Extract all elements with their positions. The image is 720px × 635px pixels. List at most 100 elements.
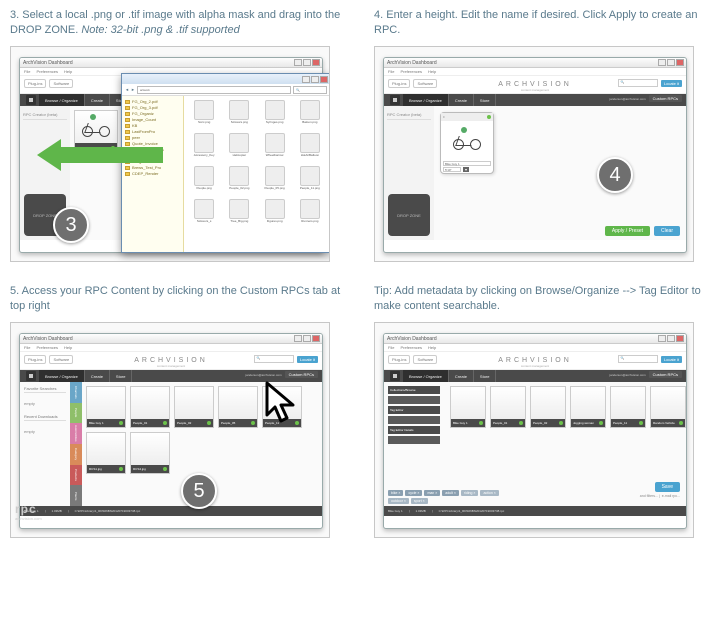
close[interactable] [676, 59, 684, 66]
save-button[interactable]: Save [655, 482, 680, 492]
folder-item[interactable]: CDEP_Render [125, 171, 180, 176]
file-item[interactable]: Baloon.png [294, 100, 326, 130]
file-item[interactable]: Runners.png [294, 199, 326, 229]
gallery-card[interactable]: Random Vehicle [650, 386, 686, 428]
tab-browse[interactable]: Browse / Organize [39, 94, 85, 106]
file-item[interactable]: Accessory_Key [188, 133, 220, 163]
metadata-tag[interactable]: adult × [442, 490, 459, 496]
close[interactable] [676, 335, 684, 342]
folder-tree[interactable]: FG_Org_2.pdfFG_Org_3.pdfFG_OrganizImage_… [122, 96, 184, 252]
gallery-card[interactable]: People_01 [130, 386, 170, 428]
exp-max[interactable] [311, 76, 319, 83]
gallery-card[interactable]: People_11 [610, 386, 646, 428]
file-item[interactable]: Figures.png [259, 199, 291, 229]
metadata-tag[interactable]: bike × [388, 490, 403, 496]
exp-close[interactable] [320, 76, 328, 83]
max[interactable] [303, 335, 311, 342]
menu-help[interactable]: Help [64, 69, 72, 74]
file-item[interactable]: Wheelbarrow [259, 133, 291, 163]
tab-store[interactable]: Store [110, 370, 133, 382]
software-pill[interactable]: Software [413, 355, 437, 364]
file-item[interactable]: People_11.png [294, 166, 326, 196]
home-icon[interactable] [390, 371, 400, 381]
back-icon[interactable]: ◄ [125, 87, 129, 92]
menu-file[interactable]: File [24, 345, 30, 350]
gallery-card[interactable]: Bike Guy 1 [86, 386, 126, 428]
software-pill[interactable]: Software [413, 79, 437, 88]
tab-create[interactable]: Create [449, 370, 474, 382]
section-header[interactable]: Tag Editor Details [388, 426, 440, 434]
gallery-card[interactable]: RCS1.jpg [86, 432, 126, 474]
tag-area[interactable]: bike ×cycle ×man ×adult ×riding ×action … [388, 490, 508, 504]
maximize-button[interactable] [303, 59, 311, 66]
tab-create[interactable]: Create [85, 370, 110, 382]
folder-item[interactable]: LastFromPro [125, 129, 180, 134]
software-pill[interactable]: Software [49, 79, 73, 88]
tab-browse[interactable]: Browse / Organize [403, 94, 449, 106]
folder-item[interactable]: FG_Org_2.pdf [125, 99, 180, 104]
menu-help[interactable]: Help [428, 69, 436, 74]
metadata-tag[interactable]: outdoor × [388, 498, 409, 504]
tab-store[interactable]: Store [474, 370, 497, 382]
folder-item[interactable]: Image_Count [125, 117, 180, 122]
apply-button[interactable]: Apply / Preset [605, 226, 650, 236]
min[interactable] [658, 335, 666, 342]
menu-help[interactable]: Help [428, 345, 436, 350]
file-item[interactable]: Sccc.png [188, 100, 220, 130]
rpc-card[interactable]: ≡ Bike Guy 1 5'10"▾ [440, 112, 494, 174]
sidetab[interactable]: Products [70, 465, 82, 486]
section-row[interactable] [388, 436, 440, 444]
explorer-search[interactable]: 🔍 [293, 86, 327, 94]
address-bar[interactable]: artwork [137, 86, 291, 94]
gallery-card[interactable]: People_02 [174, 386, 214, 428]
file-item[interactable]: Scissors_s [188, 199, 220, 229]
metadata-tag[interactable]: sport × [411, 498, 428, 504]
software-pill[interactable]: Software [49, 355, 73, 364]
metadata-tag[interactable]: man × [424, 490, 440, 496]
minimize-button[interactable] [294, 59, 302, 66]
drop-zone[interactable]: DROP ZONE [388, 194, 430, 236]
search-input[interactable]: 🔍 [618, 355, 658, 363]
name-input[interactable]: Bike Guy 1 [443, 161, 491, 166]
sidetab[interactable]: Category [70, 444, 82, 465]
search-input[interactable]: 🔍 [618, 79, 658, 87]
gallery-card[interactable]: People_01 [490, 386, 526, 428]
sidetab[interactable]: Channels [70, 382, 82, 403]
home-icon[interactable] [390, 95, 400, 105]
tab-create[interactable]: Create [449, 94, 474, 106]
plugins-pill[interactable]: Plug-ins [24, 355, 46, 364]
menu-pref[interactable]: Preferences [400, 69, 422, 74]
plugins-pill[interactable]: Plug-ins [388, 79, 410, 88]
gallery-card[interactable]: People_05 [218, 386, 258, 428]
fwd-icon[interactable]: ► [131, 87, 135, 92]
file-item[interactable]: People.png [188, 166, 220, 196]
file-item[interactable]: People_05.png [259, 166, 291, 196]
section-row[interactable] [388, 396, 440, 404]
section-header[interactable]: Tag Editor [388, 406, 440, 414]
menu-help[interactable]: Help [64, 345, 72, 350]
section-row[interactable] [388, 416, 440, 424]
metadata-tag[interactable]: action × [480, 490, 498, 496]
min[interactable] [294, 335, 302, 342]
exp-min[interactable] [302, 76, 310, 83]
close-button[interactable] [312, 59, 320, 66]
file-grid[interactable]: Sccc.pngScissors.pngSyringes.pngBaloon.p… [184, 96, 330, 252]
plugins-pill[interactable]: Plug-ins [388, 355, 410, 364]
home-icon[interactable] [26, 371, 36, 381]
meta-email[interactable]: e-mail rpc... [662, 494, 680, 498]
max[interactable] [667, 335, 675, 342]
menu-pref[interactable]: Preferences [400, 345, 422, 350]
file-item[interactable]: Syringes.png [259, 100, 291, 130]
tab-browse[interactable]: Browse / Organize [39, 370, 85, 382]
metadata-tag[interactable]: riding × [461, 490, 479, 496]
plugins-pill[interactable]: Plug-ins [24, 79, 46, 88]
height-input[interactable]: 5'10" [443, 167, 461, 172]
metadata-tag[interactable]: cycle × [405, 490, 422, 496]
sidetab[interactable]: People [70, 403, 82, 424]
menu-file[interactable]: File [388, 345, 394, 350]
tab-store[interactable]: Store [474, 94, 497, 106]
tab-create[interactable]: Create [85, 94, 110, 106]
gallery-card[interactable]: Bike Guy 1 [450, 386, 486, 428]
home-icon[interactable] [26, 95, 36, 105]
locate-button[interactable]: Locate it [297, 356, 318, 363]
